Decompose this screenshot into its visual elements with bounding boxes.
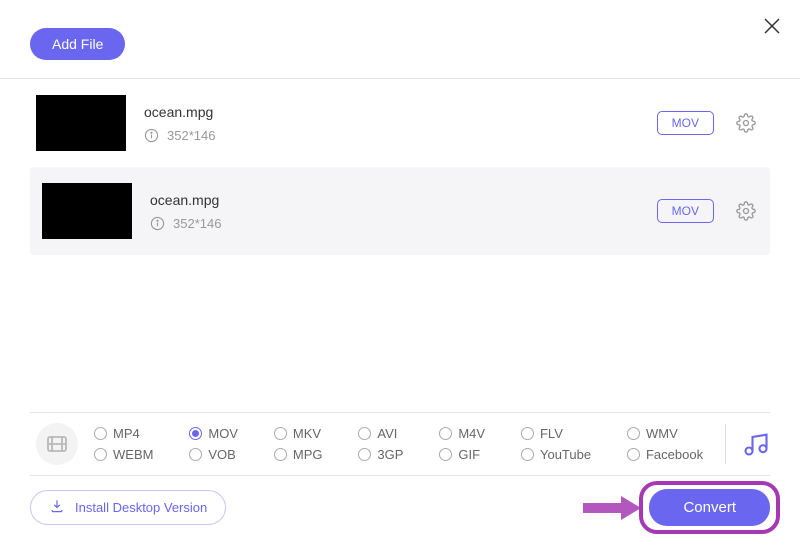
radio-icon [94, 448, 107, 461]
format-label: M4V [458, 426, 485, 441]
format-label: FLV [540, 426, 563, 441]
radio-icon [358, 427, 371, 440]
file-meta: 352*146 [150, 216, 639, 231]
convert-annotation: Convert [581, 489, 770, 526]
file-dimensions: 352*146 [167, 128, 215, 143]
video-thumbnail[interactable] [42, 183, 132, 239]
format-option-flv[interactable]: FLV [521, 426, 601, 441]
download-icon [49, 498, 65, 517]
add-file-button[interactable]: Add File [30, 28, 125, 60]
format-label: 3GP [377, 447, 403, 462]
format-label: GIF [458, 447, 480, 462]
file-info: ocean.mpg 352*146 [144, 104, 639, 143]
format-option-youtube[interactable]: YouTube [521, 447, 601, 462]
radio-icon [189, 448, 202, 461]
format-option-webm[interactable]: WEBM [94, 447, 163, 462]
format-option-mov[interactable]: MOV [189, 426, 248, 441]
output-format-tag[interactable]: MOV [657, 199, 714, 223]
format-label: MP4 [113, 426, 140, 441]
footer: Install Desktop Version Convert [30, 489, 770, 526]
radio-icon [274, 427, 287, 440]
file-dimensions: 352*146 [173, 216, 221, 231]
radio-icon [439, 427, 452, 440]
format-option-wmv[interactable]: WMV [627, 426, 713, 441]
radio-icon [521, 448, 534, 461]
format-option-m4v[interactable]: M4V [439, 426, 495, 441]
file-name: ocean.mpg [150, 192, 639, 208]
radio-icon [627, 427, 640, 440]
format-label: WEBM [113, 447, 153, 462]
radio-icon [521, 427, 534, 440]
video-mode-icon[interactable] [36, 423, 78, 465]
format-label: YouTube [540, 447, 591, 462]
install-label: Install Desktop Version [75, 500, 207, 515]
format-grid: MP4 MOV MKV AVI M4V FLV WMV WEBM VOB MPG 3GP GIF You… [94, 426, 713, 462]
file-row: ocean.mpg 352*146 MOV [30, 167, 770, 255]
gear-icon[interactable] [736, 113, 756, 133]
file-info: ocean.mpg 352*146 [150, 192, 639, 231]
close-icon[interactable] [762, 16, 782, 36]
radio-icon [439, 448, 452, 461]
format-option-gif[interactable]: GIF [439, 447, 495, 462]
format-label: VOB [208, 447, 235, 462]
music-mode-icon[interactable] [742, 430, 770, 458]
radio-icon [94, 427, 107, 440]
format-bar: MP4 MOV MKV AVI M4V FLV WMV WEBM VOB MPG 3GP GIF You… [30, 412, 770, 476]
file-row: ocean.mpg 352*146 MOV [30, 79, 770, 167]
format-label: AVI [377, 426, 397, 441]
format-label: MKV [293, 426, 321, 441]
gear-icon[interactable] [736, 201, 756, 221]
radio-icon [274, 448, 287, 461]
format-label: MOV [208, 426, 238, 441]
format-option-mpg[interactable]: MPG [274, 447, 333, 462]
file-list: ocean.mpg 352*146 MOV ocean.mpg 352*146 [0, 79, 800, 255]
info-icon[interactable] [150, 216, 165, 231]
format-option-3gp[interactable]: 3GP [358, 447, 413, 462]
format-label: WMV [646, 426, 678, 441]
file-meta: 352*146 [144, 128, 639, 143]
radio-icon [189, 427, 202, 440]
convert-button[interactable]: Convert [649, 489, 770, 526]
format-option-mkv[interactable]: MKV [274, 426, 333, 441]
video-thumbnail[interactable] [36, 95, 126, 151]
format-option-vob[interactable]: VOB [189, 447, 248, 462]
arrow-annotation-icon [581, 493, 643, 523]
file-name: ocean.mpg [144, 104, 639, 120]
install-desktop-button[interactable]: Install Desktop Version [30, 490, 226, 525]
header: Add File [0, 0, 800, 79]
format-option-mp4[interactable]: MP4 [94, 426, 163, 441]
format-option-avi[interactable]: AVI [358, 426, 413, 441]
output-format-tag[interactable]: MOV [657, 111, 714, 135]
info-icon[interactable] [144, 128, 159, 143]
divider [725, 424, 726, 464]
radio-icon [358, 448, 371, 461]
radio-icon [627, 448, 640, 461]
format-option-facebook[interactable]: Facebook [627, 447, 713, 462]
format-label: MPG [293, 447, 323, 462]
format-label: Facebook [646, 447, 703, 462]
